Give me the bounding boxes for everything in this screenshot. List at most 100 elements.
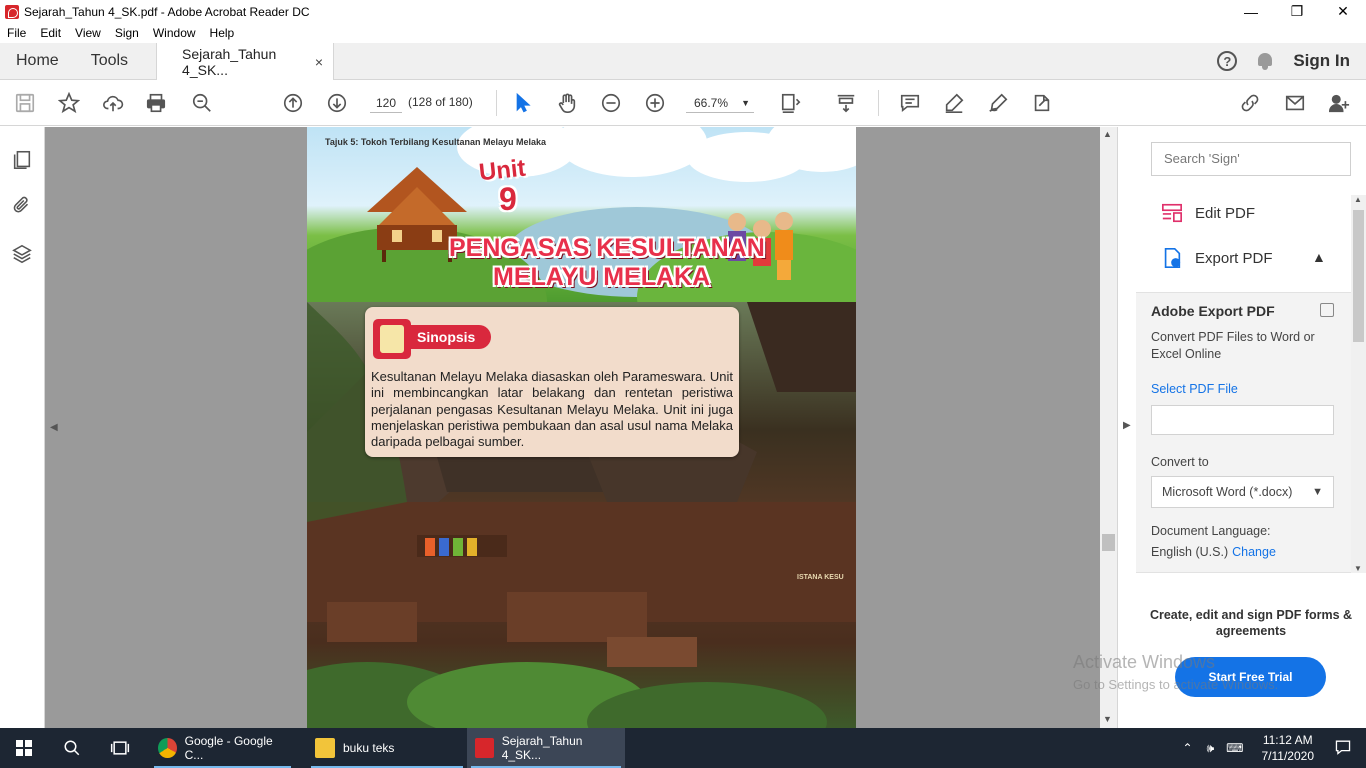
zoom-in-icon[interactable]: [643, 91, 667, 115]
pdf-file-field[interactable]: [1151, 405, 1334, 435]
system-tray: ⌃ 🕪 ⌨ 11:12 AM 7/11/2020: [1175, 728, 1366, 768]
search-icon[interactable]: [48, 728, 96, 768]
edit-pdf-icon: [1161, 202, 1183, 224]
export-pdf-item[interactable]: Export PDF: [1161, 247, 1273, 269]
chevron-right-icon: ▶: [1123, 420, 1131, 431]
convert-to-label: Convert to: [1151, 455, 1209, 469]
scroll-up-icon[interactable]: ▲: [1103, 129, 1112, 139]
change-language-link[interactable]: Change: [1232, 545, 1276, 559]
acrobat-logo-icon: [5, 4, 19, 19]
start-button[interactable]: [0, 728, 48, 768]
fill-sign-icon[interactable]: [986, 91, 1010, 115]
scroll-up-icon[interactable]: ▲: [1354, 195, 1362, 204]
sign-in-button[interactable]: Sign In: [1293, 51, 1350, 71]
scroll-down-icon[interactable]: ▼: [1354, 564, 1362, 573]
chapter-heading: Tajuk 5: Tokoh Terbilang Kesultanan Mela…: [325, 137, 547, 147]
clock-date: 7/11/2020: [1261, 749, 1315, 763]
save-icon[interactable]: [13, 91, 37, 115]
tab-home[interactable]: Home: [0, 43, 75, 79]
taskbar-app-acrobat[interactable]: Sejarah_Tahun 4_SK...: [467, 728, 625, 768]
menu-window[interactable]: Window: [146, 26, 203, 40]
keyboard-layout-icon[interactable]: ⌨: [1220, 741, 1249, 755]
layers-icon[interactable]: [11, 243, 33, 265]
zoom-select[interactable]: 66.7% ▼: [686, 93, 754, 113]
task-view-icon[interactable]: [96, 728, 144, 768]
close-button[interactable]: ✕: [1320, 0, 1366, 23]
search-input[interactable]: Search 'Sign': [1151, 142, 1351, 176]
promo-text: Create, edit and sign PDF forms & agreem…: [1149, 608, 1353, 638]
add-user-icon[interactable]: [1327, 91, 1351, 115]
convert-format-select[interactable]: Microsoft Word (*.docx) ▼: [1151, 476, 1334, 508]
scroll-down-icon[interactable]: ▼: [1103, 714, 1112, 724]
more-tools-icon[interactable]: [1030, 91, 1054, 115]
tab-document[interactable]: Sejarah_Tahun 4_SK... ×: [156, 43, 335, 81]
page-number-input[interactable]: 120: [370, 93, 402, 113]
document-language-value: English (U.S.) Change: [1151, 545, 1276, 559]
menu-view[interactable]: View: [68, 26, 108, 40]
select-cursor-icon[interactable]: [511, 91, 535, 115]
menu-help[interactable]: Help: [203, 26, 242, 40]
upload-cloud-icon[interactable]: [101, 91, 125, 115]
menu-sign[interactable]: Sign: [108, 26, 146, 40]
clock-time: 11:12 AM: [1262, 733, 1313, 747]
scrollbar-thumb[interactable]: [1102, 534, 1115, 551]
taskbar-app-explorer[interactable]: buku teks: [307, 728, 467, 768]
maximize-button[interactable]: ❐: [1274, 0, 1320, 23]
print-icon[interactable]: [144, 91, 168, 115]
clock[interactable]: 11:12 AM 7/11/2020: [1250, 732, 1327, 764]
navigation-pane: [0, 127, 45, 728]
collapse-left-panel-icon[interactable]: ◀: [50, 422, 58, 433]
edit-pdf-item[interactable]: Edit PDF: [1161, 202, 1255, 224]
bookmark-star-icon[interactable]: [57, 91, 81, 115]
menu-file[interactable]: File: [0, 26, 33, 40]
taskbar-app-chrome[interactable]: Google - Google C...: [150, 728, 295, 768]
highlight-pen-icon[interactable]: [942, 91, 966, 115]
notifications-icon[interactable]: [1326, 739, 1366, 758]
toolbar: 120 (128 of 180) 66.7% ▼: [0, 80, 1366, 126]
page-down-icon[interactable]: [325, 91, 349, 115]
cloud-illustration: [557, 127, 707, 177]
scrolling-mode-icon[interactable]: [834, 91, 858, 115]
page-fit-icon[interactable]: [779, 91, 803, 115]
volume-icon[interactable]: 🕪: [1201, 741, 1221, 756]
right-pane-toggle[interactable]: ▶: [1117, 127, 1136, 728]
copy-icon[interactable]: [1320, 303, 1334, 317]
pdf-page: Tajuk 5: Tokoh Terbilang Kesultanan Mela…: [307, 127, 856, 728]
acrobat-icon: [475, 738, 494, 758]
page-count: (128 of 180): [408, 95, 473, 109]
page-up-icon[interactable]: [281, 91, 305, 115]
activate-windows-hint: Go to Settings to activate Windows.: [1073, 677, 1279, 692]
page-thumbnails-icon[interactable]: [11, 149, 33, 171]
chevron-up-icon[interactable]: ▲: [1312, 249, 1326, 265]
export-pdf-label: Export PDF: [1195, 249, 1273, 267]
tools-pane-scrollbar[interactable]: ▲ ▼: [1351, 195, 1366, 573]
tab-close-icon[interactable]: ×: [315, 54, 323, 70]
zoom-out-icon[interactable]: [599, 91, 623, 115]
synopsis-label: Sinopsis: [411, 325, 491, 349]
unit-banner: Tajuk 5: Tokoh Terbilang Kesultanan Mela…: [307, 127, 856, 302]
taskbar-app-label: buku teks: [343, 741, 395, 755]
share-link-icon[interactable]: [1238, 91, 1262, 115]
bell-icon[interactable]: [1257, 52, 1273, 70]
help-icon[interactable]: ?: [1217, 51, 1238, 71]
palace-sign-text: ISTANA KESU: [797, 574, 844, 581]
document-scrollbar[interactable]: ▲ ▼: [1100, 127, 1117, 728]
tab-tools[interactable]: Tools: [75, 43, 144, 79]
document-language-label: Document Language:: [1151, 524, 1271, 538]
menu-edit[interactable]: Edit: [33, 26, 68, 40]
toolbar-divider: [496, 90, 497, 116]
export-section-title: Adobe Export PDF: [1151, 303, 1275, 319]
chevron-up-icon[interactable]: ⌃: [1175, 741, 1201, 755]
palace-photo: ISTANA KESU Sinopsis Kesultanan Melayu M…: [307, 302, 856, 728]
comment-icon[interactable]: [898, 91, 922, 115]
chevron-down-icon: ▼: [1312, 486, 1323, 498]
scroll-icon: [373, 319, 411, 359]
attachment-icon[interactable]: [11, 195, 33, 217]
scrollbar-thumb[interactable]: [1353, 210, 1364, 342]
hand-tool-icon[interactable]: [555, 91, 579, 115]
minimize-button[interactable]: —: [1228, 0, 1274, 23]
chevron-down-icon: ▼: [741, 98, 750, 108]
zoom-search-icon[interactable]: [190, 91, 214, 115]
select-pdf-file-link[interactable]: Select PDF File: [1151, 382, 1238, 396]
email-icon[interactable]: [1283, 91, 1307, 115]
